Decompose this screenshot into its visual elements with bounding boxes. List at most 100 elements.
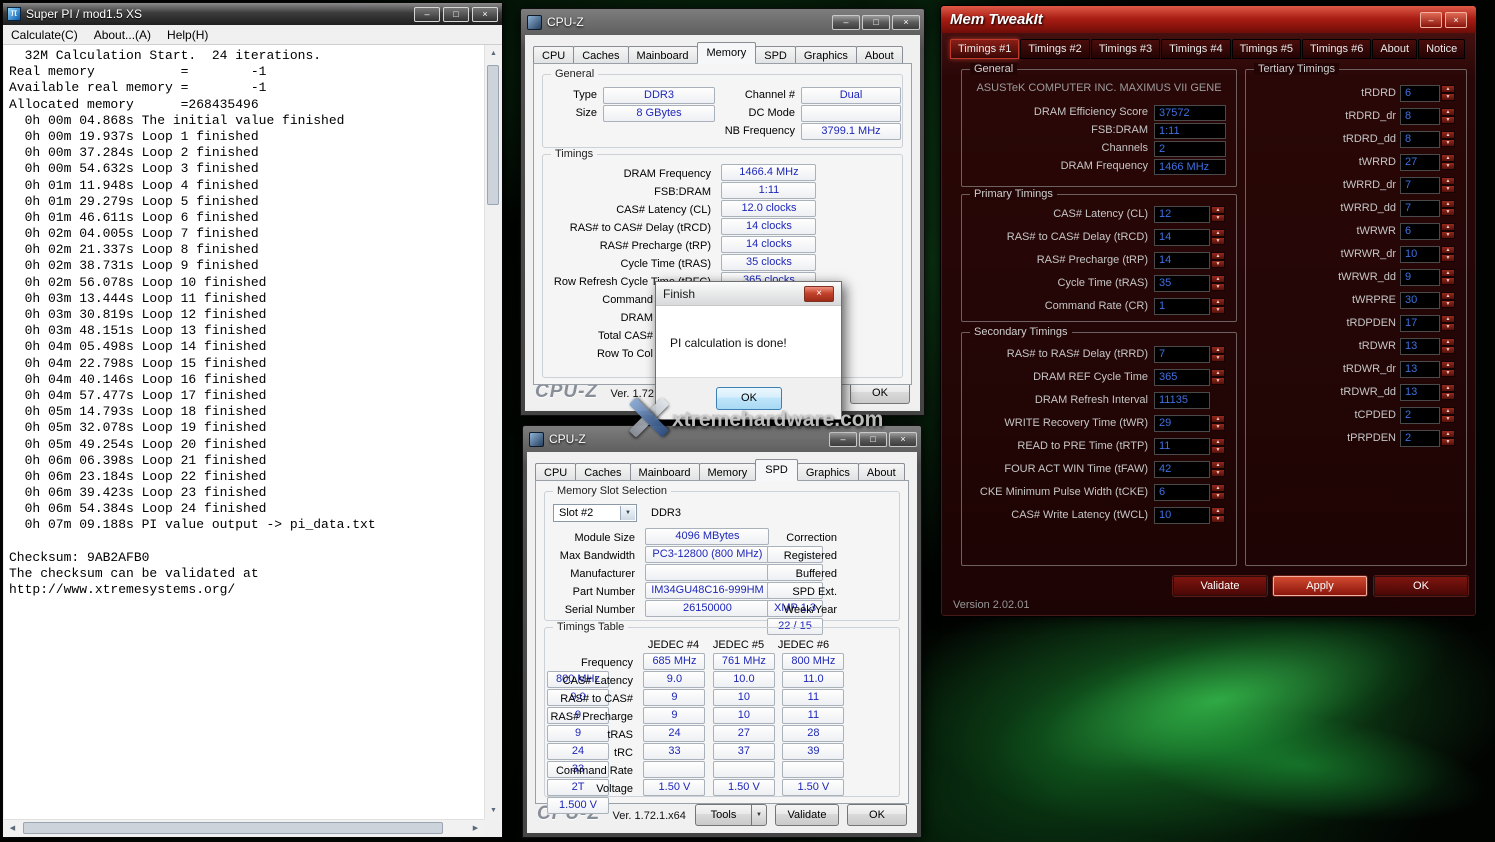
step-down-icon[interactable]: ▼ xyxy=(1441,277,1455,285)
step-down-icon[interactable]: ▼ xyxy=(1441,323,1455,331)
tab-timings-2[interactable]: Timings #2 xyxy=(1020,39,1089,59)
ok-button[interactable]: OK xyxy=(1374,576,1468,596)
close-button[interactable]: × xyxy=(804,286,834,302)
tab-timings-4[interactable]: Timings #4 xyxy=(1161,39,1230,59)
step-down-icon[interactable]: ▼ xyxy=(1441,438,1455,446)
scroll-down-icon[interactable]: ▼ xyxy=(485,802,502,819)
step-up-icon[interactable]: ▲ xyxy=(1211,484,1225,492)
step-up-icon[interactable]: ▲ xyxy=(1441,108,1455,116)
step-up-icon[interactable]: ▲ xyxy=(1441,407,1455,415)
value-stepper[interactable]: ▲ ▼ xyxy=(1441,338,1455,355)
minimize-button[interactable]: – xyxy=(832,15,860,30)
step-up-icon[interactable]: ▲ xyxy=(1441,154,1455,162)
vertical-scrollbar-thumb[interactable] xyxy=(487,65,499,205)
tab-about[interactable]: About xyxy=(1372,39,1417,59)
maximize-button[interactable]: □ xyxy=(859,432,887,447)
cpuz-titlebar[interactable]: CPU-Z – □ × xyxy=(525,9,920,35)
value-stepper[interactable]: ▲ ▼ xyxy=(1441,223,1455,240)
menu-about[interactable]: About...(A) xyxy=(86,26,159,44)
step-down-icon[interactable]: ▼ xyxy=(1441,392,1455,400)
scroll-left-icon[interactable]: ◀ xyxy=(4,820,21,837)
step-down-icon[interactable]: ▼ xyxy=(1211,354,1225,362)
minimize-button[interactable]: – xyxy=(829,432,857,447)
tab-timings-3[interactable]: Timings #3 xyxy=(1091,39,1160,59)
step-up-icon[interactable]: ▲ xyxy=(1211,438,1225,446)
value-stepper[interactable]: ▲ ▼ xyxy=(1211,438,1225,455)
value-stepper[interactable]: ▲ ▼ xyxy=(1441,85,1455,102)
slot-select-dropdown[interactable]: Slot #2 ▼ xyxy=(553,504,637,522)
value-stepper[interactable]: ▲ ▼ xyxy=(1441,292,1455,309)
step-up-icon[interactable]: ▲ xyxy=(1441,200,1455,208)
value-stepper[interactable]: ▲ ▼ xyxy=(1441,108,1455,125)
value-stepper[interactable]: ▲ ▼ xyxy=(1211,369,1225,386)
step-up-icon[interactable]: ▲ xyxy=(1441,85,1455,93)
vertical-scrollbar[interactable]: ▲ ▼ xyxy=(484,45,501,819)
tools-dropdown-icon[interactable]: ▼ xyxy=(751,804,767,826)
step-down-icon[interactable]: ▼ xyxy=(1211,283,1225,291)
value-stepper[interactable]: ▲ ▼ xyxy=(1211,346,1225,363)
step-up-icon[interactable]: ▲ xyxy=(1441,292,1455,300)
step-down-icon[interactable]: ▼ xyxy=(1441,93,1455,101)
step-down-icon[interactable]: ▼ xyxy=(1211,492,1225,500)
value-stepper[interactable]: ▲ ▼ xyxy=(1441,200,1455,217)
close-button[interactable]: × xyxy=(1445,12,1467,28)
value-stepper[interactable]: ▲ ▼ xyxy=(1211,298,1225,315)
value-stepper[interactable]: ▲ ▼ xyxy=(1211,275,1225,292)
step-down-icon[interactable]: ▼ xyxy=(1211,469,1225,477)
value-stepper[interactable]: ▲ ▼ xyxy=(1211,415,1225,432)
scroll-right-icon[interactable]: ▶ xyxy=(467,820,484,837)
step-down-icon[interactable]: ▼ xyxy=(1441,116,1455,124)
horizontal-scrollbar-thumb[interactable] xyxy=(23,822,443,834)
validate-button[interactable]: Validate xyxy=(775,804,839,826)
step-up-icon[interactable]: ▲ xyxy=(1211,206,1225,214)
step-down-icon[interactable]: ▼ xyxy=(1211,423,1225,431)
step-up-icon[interactable]: ▲ xyxy=(1441,246,1455,254)
value-stepper[interactable]: ▲ ▼ xyxy=(1211,484,1225,501)
scroll-up-icon[interactable]: ▲ xyxy=(485,45,502,62)
value-stepper[interactable]: ▲ ▼ xyxy=(1211,461,1225,478)
step-down-icon[interactable]: ▼ xyxy=(1441,231,1455,239)
apply-button[interactable]: Apply xyxy=(1273,576,1367,596)
step-down-icon[interactable]: ▼ xyxy=(1211,377,1225,385)
value-stepper[interactable]: ▲ ▼ xyxy=(1441,154,1455,171)
minimize-button[interactable]: – xyxy=(1420,12,1442,28)
step-up-icon[interactable]: ▲ xyxy=(1441,338,1455,346)
step-down-icon[interactable]: ▼ xyxy=(1211,446,1225,454)
superpi-titlebar[interactable]: π Super PI / mod1.5 XS – □ × xyxy=(3,3,502,25)
ok-button[interactable]: OK xyxy=(850,382,910,404)
step-down-icon[interactable]: ▼ xyxy=(1441,162,1455,170)
value-stepper[interactable]: ▲ ▼ xyxy=(1441,269,1455,286)
tab-timings-6[interactable]: Timings #6 xyxy=(1302,39,1371,59)
step-up-icon[interactable]: ▲ xyxy=(1441,269,1455,277)
horizontal-scrollbar[interactable]: ◀ ▶ xyxy=(4,819,484,836)
close-button[interactable]: × xyxy=(889,432,917,447)
step-down-icon[interactable]: ▼ xyxy=(1441,254,1455,262)
step-up-icon[interactable]: ▲ xyxy=(1441,361,1455,369)
step-up-icon[interactable]: ▲ xyxy=(1211,461,1225,469)
step-up-icon[interactable]: ▲ xyxy=(1441,177,1455,185)
value-stepper[interactable]: ▲ ▼ xyxy=(1441,361,1455,378)
ok-button[interactable]: OK xyxy=(847,804,907,826)
value-stepper[interactable]: ▲ ▼ xyxy=(1441,407,1455,424)
tab-timings-1[interactable]: Timings #1 xyxy=(950,39,1019,59)
step-up-icon[interactable]: ▲ xyxy=(1211,298,1225,306)
step-down-icon[interactable]: ▼ xyxy=(1211,237,1225,245)
value-stepper[interactable]: ▲ ▼ xyxy=(1441,315,1455,332)
step-down-icon[interactable]: ▼ xyxy=(1211,214,1225,222)
tools-split-button[interactable]: Tools ▼ xyxy=(695,804,767,826)
tab-timings-5[interactable]: Timings #5 xyxy=(1232,39,1301,59)
value-stepper[interactable]: ▲ ▼ xyxy=(1211,507,1225,524)
value-stepper[interactable]: ▲ ▼ xyxy=(1211,252,1225,269)
value-stepper[interactable]: ▲ ▼ xyxy=(1441,177,1455,194)
tools-button[interactable]: Tools xyxy=(695,804,751,826)
minimize-button[interactable]: – xyxy=(414,7,440,22)
step-up-icon[interactable]: ▲ xyxy=(1211,275,1225,283)
ok-button[interactable]: OK xyxy=(716,387,782,410)
step-down-icon[interactable]: ▼ xyxy=(1211,515,1225,523)
step-down-icon[interactable]: ▼ xyxy=(1441,346,1455,354)
memtweakit-titlebar[interactable]: Mem TweakIt – × xyxy=(941,6,1476,33)
tab-notice[interactable]: Notice xyxy=(1418,39,1465,59)
chevron-down-icon[interactable]: ▼ xyxy=(620,506,635,520)
step-up-icon[interactable]: ▲ xyxy=(1211,252,1225,260)
step-up-icon[interactable]: ▲ xyxy=(1441,131,1455,139)
